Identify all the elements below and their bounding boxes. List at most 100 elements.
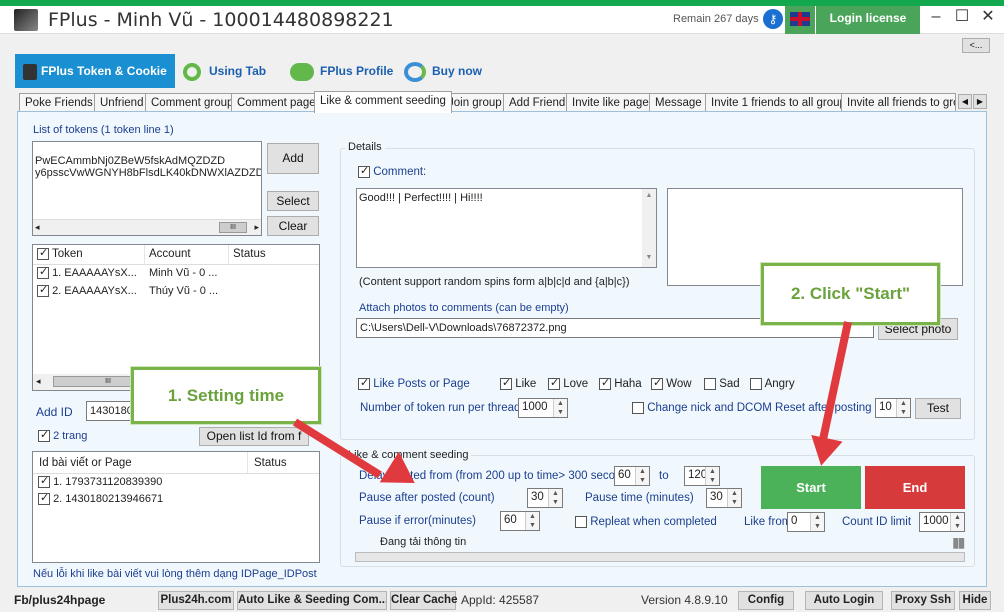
change-nick-checkbox[interactable] — [632, 402, 644, 414]
tab-like-comment-seeding[interactable]: Like & comment seeding — [314, 91, 452, 113]
reaction-angry[interactable]: Angry — [750, 378, 795, 390]
auto-login-button[interactable]: Auto Login — [805, 591, 883, 610]
maximize-icon[interactable]: ☐ — [948, 6, 976, 28]
row-checkbox[interactable] — [37, 283, 49, 298]
hide-button[interactable]: Hide — [959, 591, 991, 610]
repeat-row[interactable]: Repleat when completed — [575, 516, 717, 528]
clear-token-button[interactable]: Clear — [267, 216, 319, 236]
key-icon[interactable]: ⚷ — [763, 9, 783, 29]
haha-checkbox[interactable] — [599, 376, 611, 390]
comment-textarea[interactable]: Good!!! | Perfect!!!! | Hi!!!! ▲ ▼ — [356, 188, 657, 268]
bottom-link[interactable]: Fb/plus24hpage — [14, 593, 105, 607]
reaction-label: Love — [563, 378, 589, 391]
list-item[interactable]: 1. 1793731120839390 — [33, 474, 319, 491]
tab-message[interactable]: Message — [649, 93, 708, 112]
reaction-sad[interactable]: Sad — [704, 378, 740, 390]
main-tab-fplus-profile[interactable]: FPlus Profile — [290, 58, 393, 84]
main-tab-label: Using Tab — [209, 64, 267, 78]
token-cell: 2. EAAAAAYsX... — [52, 285, 137, 297]
tab-invite-like-page[interactable]: Invite like page — [566, 93, 655, 112]
two-page-checkbox[interactable] — [38, 428, 50, 443]
angry-checkbox[interactable] — [750, 378, 762, 390]
like-posts-checkbox[interactable] — [358, 376, 370, 390]
table-row[interactable]: 2. EAAAAAYsX... Thúy Vũ - 0 ... — [33, 283, 319, 301]
table-row[interactable]: 1. EAAAAAYsX... Minh Vũ - 0 ... — [33, 265, 319, 283]
close-icon[interactable]: ✕ — [974, 6, 1002, 28]
threads-stepper[interactable]: 1000 ▲ ▼ — [518, 398, 568, 418]
tab-add-friend[interactable]: Add Friend — [503, 93, 572, 112]
plus24h-button[interactable]: Plus24h.com — [158, 591, 234, 610]
tokens-h-scrollbar[interactable]: ◂ III ▸ — [33, 219, 261, 235]
sad-checkbox[interactable] — [704, 378, 716, 390]
reaction-like[interactable]: Like — [500, 376, 536, 390]
tokens-textarea[interactable]: PwECAmmbNj0ZBeW5fskAdMQZDZD y6psscVwWGNY… — [32, 141, 262, 236]
column-header[interactable]: Status — [229, 245, 319, 264]
reaction-haha[interactable]: Haha — [599, 376, 642, 390]
posts-table: Id bài viết or Page Status 1. 1793731120… — [32, 451, 320, 563]
column-header[interactable]: Id bài viết or Page — [33, 452, 248, 473]
people-icon — [290, 62, 314, 81]
like-posts-row[interactable]: Like Posts or Page — [358, 376, 470, 390]
count-limit-stepper[interactable]: 1000 ▲ ▼ — [919, 512, 965, 532]
login-license-button[interactable]: Login license — [816, 6, 920, 34]
tab-comment-group[interactable]: Comment group — [145, 93, 240, 112]
two-page-checkbox-row[interactable]: 2 trang — [38, 428, 87, 443]
pause-error-stepper[interactable]: 60 ▲ ▼ — [500, 511, 540, 531]
reaction-wow[interactable]: Wow — [651, 376, 692, 390]
like-from-label: Like from — [744, 516, 792, 528]
attach-label: Attach photos to comments (can be empty) — [359, 302, 569, 314]
proxy-ssh-button[interactable]: Proxy Ssh — [891, 591, 955, 610]
end-button[interactable]: End — [865, 466, 965, 509]
tab-invite-1-friend[interactable]: Invite 1 friends to all group — [705, 93, 852, 112]
pause-error-label: Pause if error(minutes) — [359, 515, 476, 527]
uk-flag-icon[interactable] — [785, 6, 815, 34]
delay-to-stepper[interactable]: 120 ▲ ▼ — [684, 466, 720, 486]
open-list-id-button[interactable]: Open list Id from f — [199, 427, 309, 446]
select-all-checkbox[interactable] — [37, 246, 49, 260]
config-button[interactable]: Config — [738, 591, 794, 610]
tab-scroll-right-icon[interactable]: ▶ — [973, 94, 987, 109]
main-tab-buy-now[interactable]: Buy now — [404, 58, 482, 84]
tab-comment-page[interactable]: Comment page — [231, 93, 322, 112]
like-checkbox[interactable] — [500, 376, 512, 390]
main-tab-token-cookie[interactable]: FPlus Token & Cookie — [15, 54, 175, 88]
tab-poke-friends[interactable]: Poke Friends — [19, 93, 99, 112]
tab-unfriend[interactable]: Unfriend — [94, 93, 150, 112]
column-header[interactable]: Status — [248, 452, 318, 473]
comment-checkbox-row[interactable]: Comment: — [358, 164, 426, 178]
list-item[interactable]: 2. 1430180213946671 — [33, 491, 319, 508]
comment-v-scrollbar[interactable]: ▲ ▼ — [642, 189, 656, 267]
collapse-button[interactable]: <... — [962, 38, 990, 53]
row-checkbox[interactable] — [37, 265, 49, 280]
comment-checkbox[interactable] — [358, 164, 370, 178]
fplus-token-icon — [23, 63, 37, 80]
love-checkbox[interactable] — [548, 376, 560, 390]
reaction-love[interactable]: Love — [548, 376, 589, 391]
auto-like-seeding-button[interactable]: Auto Like & Seeding Com... — [237, 591, 387, 610]
main-tab-using-tab[interactable]: Using Tab — [183, 58, 266, 84]
pause-after-stepper[interactable]: 30 ▲ ▼ — [527, 488, 563, 508]
change-nick-row[interactable]: Change nick and DCOM Reset after posting… — [632, 402, 883, 414]
delay-from-stepper[interactable]: 60 ▲ ▼ — [614, 466, 650, 486]
minimize-icon[interactable]: – — [922, 6, 950, 28]
tab-invite-all-friends[interactable]: Invite all friends to gro — [841, 93, 956, 112]
token-header[interactable]: Token — [33, 245, 145, 264]
test-button[interactable]: Test — [915, 398, 961, 419]
row-checkbox[interactable] — [38, 474, 50, 489]
start-button[interactable]: Start — [761, 466, 861, 509]
change-nick-stepper[interactable]: 10 ▲ ▼ — [875, 398, 911, 418]
column-header[interactable]: Account — [145, 245, 229, 264]
like-from-stepper[interactable]: 0 ▲ ▼ — [787, 512, 825, 532]
clear-cache-button[interactable]: Clear Cache — [390, 591, 457, 610]
wow-checkbox[interactable] — [651, 376, 663, 390]
row-checkbox[interactable] — [38, 491, 50, 506]
pause-after-value: 30 — [531, 491, 544, 503]
pause-time-stepper[interactable]: 30 ▲ ▼ — [706, 488, 742, 508]
title-bar: FPlus - Minh Vũ - 100014480898221 Remain… — [0, 6, 1004, 34]
tab-scroll-left-icon[interactable]: ◀ — [958, 94, 972, 109]
window-title: FPlus - Minh Vũ - 100014480898221 — [48, 9, 394, 31]
add-token-button[interactable]: Add — [267, 143, 319, 174]
select-token-button[interactable]: Select — [267, 191, 319, 211]
repeat-checkbox[interactable] — [575, 516, 587, 528]
pause-icon[interactable]: ▮▮ — [952, 534, 965, 550]
